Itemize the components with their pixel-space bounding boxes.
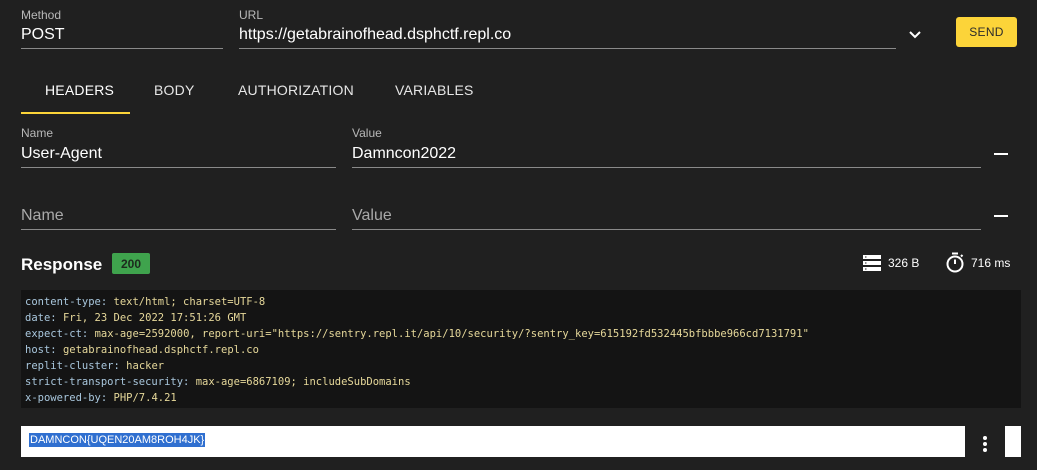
url-input[interactable]: https://getabrainofhead.dsphctf.repl.co (239, 26, 511, 44)
status-badge: 200 (112, 253, 150, 274)
minus-icon[interactable] (994, 153, 1008, 155)
response-header-line: content-type: text/html; charset=UTF-8 (25, 296, 266, 308)
response-title: Response (21, 255, 103, 274)
storage-icon (863, 255, 881, 271)
response-header-line: strict-transport-security: max-age=68671… (25, 376, 411, 388)
url-label: URL (239, 8, 264, 22)
method-underline (21, 48, 223, 49)
response-body-text[interactable]: DAMNCON{UQEN20AM8ROH4JK} (29, 433, 206, 447)
active-tab-indicator (21, 112, 130, 114)
new-header-name-underline (21, 229, 336, 230)
response-headers: content-type: text/html; charset=UTF-8 d… (21, 290, 1021, 408)
stopwatch-icon (946, 252, 964, 273)
response-header-line: replit-cluster: hacker (25, 360, 165, 372)
header-name-label: Name (21, 126, 54, 140)
response-time: 716 ms (971, 256, 1011, 270)
new-header-value-underline (352, 229, 981, 230)
header-name-underline (21, 167, 336, 168)
header-name-input[interactable]: User-Agent (21, 145, 102, 163)
tab-variables[interactable]: VARIABLES (395, 82, 474, 98)
url-underline (239, 48, 896, 49)
method-label: Method (21, 8, 62, 22)
scrollbar[interactable] (1005, 426, 1021, 457)
tab-authorization[interactable]: AUTHORIZATION (238, 82, 354, 98)
more-vertical-icon[interactable] (979, 434, 991, 454)
new-header-value-input[interactable]: Value (352, 207, 392, 225)
minus-icon[interactable] (994, 215, 1008, 217)
chevron-down-icon[interactable] (907, 27, 923, 43)
tab-body[interactable]: BODY (154, 82, 194, 98)
send-button[interactable]: SEND (956, 17, 1017, 47)
new-header-name-input[interactable]: Name (21, 207, 64, 225)
response-size: 326 B (888, 256, 920, 270)
header-value-label: Value (352, 126, 382, 140)
method-select[interactable]: POST (21, 26, 65, 44)
response-header-line: date: Fri, 23 Dec 2022 17:51:26 GMT (25, 312, 247, 324)
tab-headers[interactable]: HEADERS (45, 82, 114, 98)
response-body[interactable]: DAMNCON{UQEN20AM8ROH4JK} (21, 426, 965, 457)
response-header-line: x-powered-by: PHP/7.4.21 (25, 392, 177, 404)
header-value-underline (352, 167, 981, 168)
response-header-line: host: getabrainofhead.dsphctf.repl.co (25, 344, 259, 356)
header-value-input[interactable]: Damncon2022 (352, 145, 456, 163)
response-header-line: expect-ct: max-age=2592000, report-uri="… (25, 328, 809, 340)
